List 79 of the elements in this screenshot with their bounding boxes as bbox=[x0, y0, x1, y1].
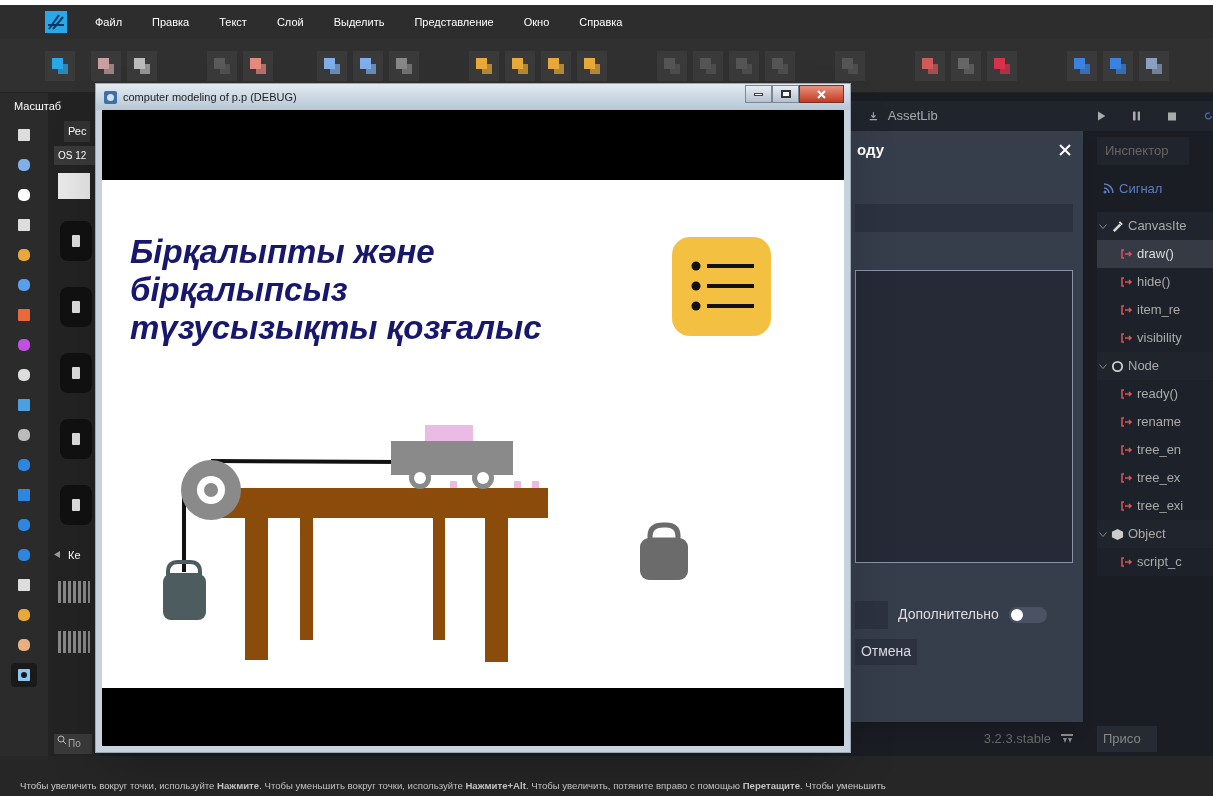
thumbnail[interactable] bbox=[60, 286, 92, 327]
thumbnail[interactable] bbox=[60, 220, 92, 261]
menu-item[interactable]: Справка bbox=[579, 13, 623, 31]
maximize-button[interactable] bbox=[772, 85, 799, 103]
search-icon bbox=[57, 735, 67, 745]
tree-item[interactable]: item_re bbox=[1097, 296, 1213, 324]
tree-item[interactable]: CanvasIte bbox=[1128, 216, 1187, 236]
stop-icon[interactable] bbox=[1168, 110, 1177, 122]
close-button[interactable] bbox=[799, 85, 844, 103]
signal-out-icon bbox=[1121, 444, 1133, 456]
signal-out-icon bbox=[1121, 472, 1133, 484]
panel-tab[interactable]: Рес bbox=[64, 121, 91, 142]
toggle-switch[interactable] bbox=[1008, 606, 1047, 623]
signal-out-icon bbox=[1121, 500, 1133, 512]
toggle-label: Дополнительно bbox=[898, 605, 999, 624]
expand-caret-icon[interactable] bbox=[1099, 531, 1107, 537]
minimize-button[interactable] bbox=[745, 85, 772, 103]
tree-item[interactable]: script_c bbox=[1097, 548, 1213, 576]
pause-icon[interactable] bbox=[1132, 110, 1141, 122]
tree-item[interactable]: Object bbox=[1128, 524, 1166, 544]
signal-icon bbox=[1103, 182, 1115, 195]
kettlebell-drawing bbox=[640, 522, 688, 580]
menu-item[interactable]: Текст bbox=[219, 13, 247, 31]
menu-item[interactable]: Окно bbox=[523, 13, 550, 31]
expand-caret-icon[interactable] bbox=[1099, 223, 1107, 229]
signal-out-icon bbox=[1121, 276, 1133, 288]
slide-title: Бірқалыпты және bbox=[130, 233, 436, 271]
tree-item[interactable]: hide() bbox=[1097, 268, 1213, 296]
thumbnail[interactable] bbox=[58, 172, 90, 199]
tree-item[interactable]: draw() bbox=[1097, 240, 1213, 268]
tree-item[interactable]: visibility bbox=[1097, 324, 1213, 352]
thumbnail[interactable] bbox=[58, 581, 90, 603]
menu-item[interactable]: Правка bbox=[152, 13, 190, 31]
preset-field[interactable]: OS 12 bbox=[54, 145, 98, 165]
expand-caret-icon[interactable] bbox=[1099, 363, 1107, 369]
menu-item[interactable]: Представление bbox=[414, 13, 494, 31]
tree-item[interactable]: rename bbox=[1097, 408, 1213, 436]
tree-item[interactable]: Node bbox=[1128, 356, 1160, 376]
signal-out-icon bbox=[1121, 304, 1133, 316]
tree-item[interactable]: ready() bbox=[1097, 380, 1213, 408]
close-icon[interactable] bbox=[1059, 144, 1071, 157]
thumbnail[interactable] bbox=[60, 418, 92, 459]
collapse-icon[interactable] bbox=[1061, 734, 1073, 744]
section-title[interactable]: Ке bbox=[68, 546, 81, 563]
thumbnail[interactable] bbox=[58, 631, 90, 653]
thumbnail[interactable] bbox=[60, 484, 92, 525]
signal-out-icon bbox=[1121, 388, 1133, 400]
menu-item[interactable]: Выделить bbox=[333, 13, 385, 31]
assetlib-tab[interactable]: AssetLib bbox=[887, 106, 938, 126]
play-icon[interactable] bbox=[1097, 110, 1105, 122]
status-text: Чтобы увеличить вокруг точки, используйте Нажмите. Чтобы уменьшить вокруг точки, используйте Нажмите+Alt. Чтобы увеличить, потяните вправо с помощью Перетащите. Чтобы уменьшить bbox=[19, 778, 886, 793]
tree-item[interactable]: tree_ex bbox=[1097, 464, 1213, 492]
download-icon bbox=[869, 110, 878, 122]
close-icon bbox=[817, 89, 826, 99]
menu-item[interactable]: Файл bbox=[95, 13, 123, 31]
signal-out-icon bbox=[1121, 332, 1133, 344]
slide-title: түзусызықты қозғалыс bbox=[130, 309, 542, 347]
tree-item[interactable]: tree_en bbox=[1097, 436, 1213, 464]
signal-out-icon bbox=[1121, 416, 1133, 428]
tree-item[interactable]: tree_exi bbox=[1097, 492, 1213, 520]
signal-out-icon bbox=[1121, 248, 1133, 260]
thumbnail[interactable] bbox=[60, 352, 92, 393]
signals-tab[interactable]: Сигнал bbox=[1119, 178, 1163, 198]
cancel-button[interactable]: Отмена bbox=[855, 638, 917, 665]
connect-button[interactable]: Присо bbox=[1097, 726, 1157, 752]
list-icon bbox=[672, 237, 771, 336]
search-field[interactable]: По bbox=[54, 733, 92, 754]
circle-icon bbox=[1111, 359, 1124, 373]
dialog-title: оду bbox=[857, 140, 884, 160]
menu-item[interactable]: Слой bbox=[276, 13, 304, 31]
caret-icon[interactable] bbox=[54, 551, 60, 559]
signal-out-icon bbox=[1121, 556, 1133, 568]
app-icon bbox=[104, 90, 117, 104]
panel-title: Масштаб bbox=[14, 98, 62, 114]
window-title: computer modeling of p.p (DEBUG) bbox=[123, 89, 297, 105]
reload-icon[interactable] bbox=[1204, 110, 1213, 122]
slide-title: бірқалыпсыз bbox=[130, 271, 349, 309]
version-label: 3.2.3.stable bbox=[983, 730, 1051, 749]
cube-icon bbox=[1111, 527, 1124, 541]
